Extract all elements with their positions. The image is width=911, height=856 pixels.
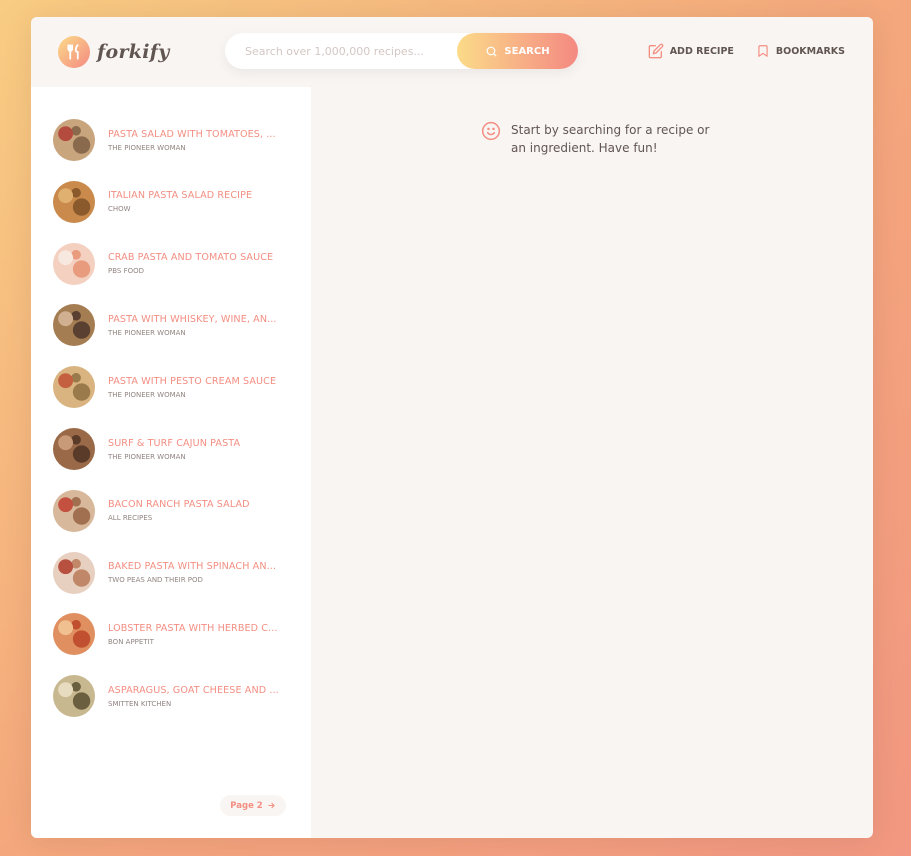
recipe-thumbnail [53, 613, 95, 656]
search-form: SEARCH [225, 33, 578, 69]
recipe-result[interactable]: LOBSTER PASTA WITH HERBED C... BON APPETI… [53, 613, 303, 656]
recipe-publisher: SMITTEN KITCHEN [108, 699, 172, 708]
recipe-thumbnail [53, 675, 95, 718]
search-button-label: SEARCH [504, 45, 550, 57]
recipe-result[interactable]: ASPARAGUS, GOAT CHEESE AND ... SMITTEN KI… [53, 675, 303, 718]
app-container: forkify SEARCH ADD RECIPE [31, 17, 873, 838]
recipe-result[interactable]: BACON RANCH PASTA SALAD ALL RECIPES [53, 489, 303, 532]
arrow-right-icon [268, 802, 275, 809]
recipe-thumbnail [53, 366, 95, 409]
recipe-text: ASPARAGUS, GOAT CHEESE AND ... SMITTEN KI… [108, 685, 293, 708]
recipe-title: LOBSTER PASTA WITH HERBED C... [108, 622, 278, 634]
search-input[interactable] [245, 44, 475, 58]
recipe-result[interactable]: PASTA WITH PESTO CREAM SAUCE THE PIONEER … [53, 366, 303, 409]
recipe-title: BAKED PASTA WITH SPINACH AN... [108, 561, 277, 573]
recipe-result[interactable]: PASTA WITH WHISKEY, WINE, AN... THE PIONE… [53, 304, 303, 347]
recipe-title: BACON RANCH PASTA SALAD [108, 499, 250, 511]
recipe-text: LOBSTER PASTA WITH HERBED C... BON APPETI… [108, 623, 293, 646]
recipe-title: PASTA WITH WHISKEY, WINE, AN... [108, 313, 277, 325]
add-recipe-button[interactable]: ADD RECIPE [648, 43, 734, 59]
recipe-publisher: THE PIONEER WOMAN [108, 328, 186, 337]
recipe-text: ITALIAN PASTA SALAD RECIPE CHOW [108, 190, 293, 213]
logo[interactable]: forkify [58, 36, 170, 68]
recipe-text: PASTA WITH WHISKEY, WINE, AN... THE PIONE… [108, 314, 293, 337]
bookmarks-label: BOOKMARKS [775, 45, 845, 57]
nav: ADD RECIPE BOOKMARKS [648, 43, 845, 59]
recipe-thumbnail [53, 428, 95, 470]
recipe-publisher: THE PIONEER WOMAN [108, 452, 186, 461]
search-icon [486, 46, 497, 56]
recipe-title: ASPARAGUS, GOAT CHEESE AND ... [108, 684, 279, 696]
recipe-text: PASTA WITH PESTO CREAM SAUCE THE PIONEER … [108, 376, 293, 399]
recipe-title: PASTA SALAD WITH TOMATOES, ... [108, 128, 276, 140]
recipe-publisher: THE PIONEER WOMAN [108, 390, 186, 399]
recipe-thumbnail [53, 119, 95, 161]
recipe-text: SURF & TURF CAJUN PASTA THE PIONEER WOMAN [108, 438, 293, 461]
next-page-button[interactable]: Page 2 [220, 795, 286, 816]
recipe-publisher: THE PIONEER WOMAN [108, 143, 186, 152]
recipe-publisher: CHOW [108, 205, 131, 214]
smile-icon [481, 121, 501, 141]
message-text: Start by searching for a recipe or an in… [511, 123, 710, 155]
recipe-publisher: BON APPETIT [108, 637, 154, 646]
recipe-text: CRAB PASTA AND TOMATO SAUCE PBS FOOD [108, 252, 293, 275]
recipe-text: BAKED PASTA WITH SPINACH AN... TWO PEAS A… [108, 561, 293, 584]
recipe-publisher: ALL RECIPES [108, 514, 153, 523]
fork-knife-icon [58, 36, 90, 68]
search-results: PASTA SALAD WITH TOMATOES, ... THE PIONEE… [31, 87, 311, 838]
logo-text: forkify [97, 41, 170, 63]
recipe-text: PASTA SALAD WITH TOMATOES, ... THE PIONEE… [108, 129, 293, 152]
next-page-label: Page 2 [230, 800, 263, 811]
recipe-title: CRAB PASTA AND TOMATO SAUCE [108, 252, 274, 264]
recipe-result[interactable]: CRAB PASTA AND TOMATO SAUCE PBS FOOD [53, 242, 303, 285]
recipe-publisher: PBS FOOD [108, 267, 145, 276]
recipe-thumbnail [53, 551, 95, 594]
empty-message: Start by searching for a recipe or an in… [481, 121, 711, 157]
recipe-title: ITALIAN PASTA SALAD RECIPE [108, 190, 253, 202]
recipe-result[interactable]: PASTA SALAD WITH TOMATOES, ... THE PIONEE… [53, 119, 303, 161]
recipe-result[interactable]: SURF & TURF CAJUN PASTA THE PIONEER WOMAN [53, 428, 303, 470]
bookmarks-button[interactable]: BOOKMARKS [756, 43, 845, 59]
add-recipe-label: ADD RECIPE [669, 45, 734, 57]
edit-icon [648, 43, 664, 59]
recipe-thumbnail [53, 180, 95, 223]
bookmark-icon [758, 45, 768, 57]
recipe-thumbnail [53, 304, 95, 347]
recipe-title: SURF & TURF CAJUN PASTA [108, 437, 241, 449]
recipe-title: PASTA WITH PESTO CREAM SAUCE [108, 375, 277, 387]
recipe-text: BACON RANCH PASTA SALAD ALL RECIPES [108, 499, 293, 522]
recipe-result[interactable]: ITALIAN PASTA SALAD RECIPE CHOW [53, 180, 303, 223]
header: forkify SEARCH ADD RECIPE [31, 17, 873, 87]
recipe-thumbnail [53, 242, 95, 285]
recipe-thumbnail [53, 489, 95, 532]
search-button[interactable]: SEARCH [457, 33, 578, 69]
recipe-result[interactable]: BAKED PASTA WITH SPINACH AN... TWO PEAS A… [53, 551, 303, 594]
recipe-publisher: TWO PEAS AND THEIR POD [108, 576, 203, 585]
